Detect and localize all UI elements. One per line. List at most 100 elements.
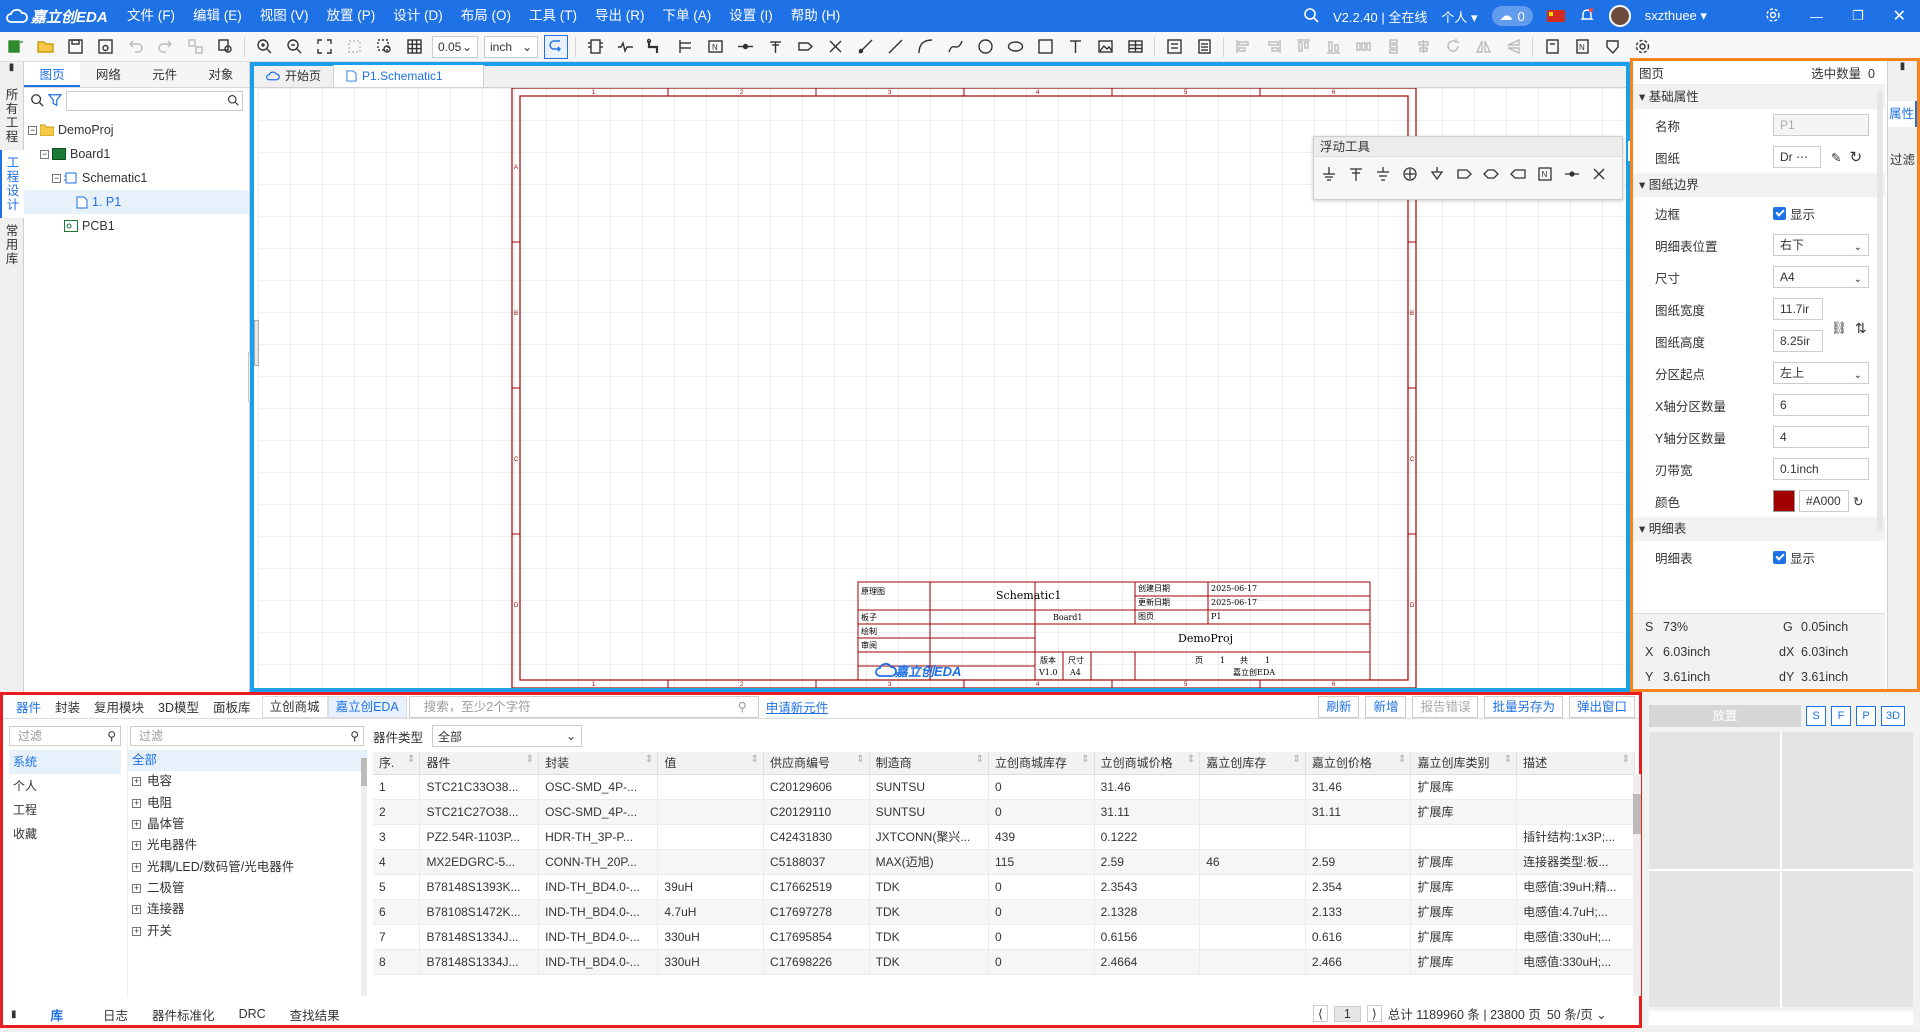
lib-tab-footprints[interactable]: 封装 bbox=[48, 697, 87, 716]
column-header[interactable]: 供应商编号 ⇕ bbox=[763, 752, 870, 775]
drawing-field[interactable]: Dr ⋯ bbox=[1773, 146, 1821, 168]
table-row[interactable]: 8 B78148S1334J... IND-TH_BD4.0-... 330uH C17… bbox=[373, 949, 1635, 975]
lib-tab-devices[interactable]: 器件 bbox=[9, 697, 48, 716]
menu-item[interactable]: 视图 (V) bbox=[251, 0, 318, 32]
expand-icon[interactable]: + bbox=[132, 841, 141, 851]
expand-icon[interactable]: + bbox=[132, 862, 141, 872]
expand-icon[interactable]: + bbox=[132, 820, 141, 830]
sort-icon[interactable]: ⇕ bbox=[407, 754, 415, 765]
tree-node-pcb[interactable]: PCB1 bbox=[24, 214, 249, 238]
bus-icon[interactable] bbox=[643, 35, 667, 59]
tb-position-select[interactable]: 右下 ⌄ bbox=[1773, 234, 1869, 256]
section-basic[interactable]: ▾ 基础属性 bbox=[1633, 85, 1885, 109]
category-item[interactable]: + 光电器件 bbox=[128, 835, 367, 856]
category-item[interactable]: + 光耦/LED/数码管/光电器件 bbox=[128, 856, 367, 877]
flip-vertical-icon[interactable] bbox=[1501, 35, 1525, 59]
align-center-icon[interactable] bbox=[1411, 35, 1435, 59]
net-flag-icon[interactable] bbox=[763, 35, 787, 59]
section-title-block[interactable]: ▾ 明细表 bbox=[1633, 517, 1885, 541]
zoom-area-icon[interactable] bbox=[372, 35, 396, 59]
search-icon[interactable] bbox=[30, 93, 44, 110]
vtab-filter[interactable]: 过滤 bbox=[1888, 147, 1917, 173]
refresh-icon[interactable]: ↻ bbox=[1849, 148, 1862, 166]
width-field[interactable]: 11.7ir bbox=[1773, 298, 1823, 320]
color-swatch[interactable] bbox=[1773, 490, 1795, 512]
bottom-tab-drc[interactable]: DRC bbox=[227, 1007, 278, 1021]
convert-pcb-icon[interactable] bbox=[1540, 35, 1564, 59]
menu-item[interactable]: 设计 (D) bbox=[384, 0, 452, 32]
protective-ground-icon[interactable] bbox=[1426, 163, 1448, 185]
per-page-select[interactable]: 50 条/页 ⌄ bbox=[1547, 1004, 1607, 1023]
color-field[interactable]: #A000 bbox=[1799, 490, 1849, 512]
table-row[interactable]: 4 MX2EDGRC-5... CONN-TH_20P... C5188037 MAX(… bbox=[373, 849, 1635, 875]
menu-item[interactable]: 编辑 (E) bbox=[184, 0, 251, 32]
distribute-h-icon[interactable] bbox=[1351, 35, 1375, 59]
unit-select[interactable]: inch ⌄ bbox=[484, 35, 538, 58]
expand-icon[interactable]: + bbox=[132, 798, 141, 808]
no-connect-icon[interactable] bbox=[733, 35, 757, 59]
vtab-project-design[interactable]: 工程设计 bbox=[0, 150, 24, 218]
analog-ground-icon[interactable] bbox=[1372, 163, 1394, 185]
circle-icon[interactable] bbox=[973, 35, 997, 59]
category-item[interactable]: + 晶体管 bbox=[128, 814, 367, 835]
tree-node-schematic[interactable]: − Schematic1 bbox=[24, 166, 249, 190]
net-port-in-icon[interactable] bbox=[1453, 163, 1475, 185]
zone-start-select[interactable]: 左上 ⌄ bbox=[1773, 362, 1869, 384]
pin-icon[interactable] bbox=[853, 35, 877, 59]
net-label-icon[interactable]: N bbox=[1534, 163, 1556, 185]
category-scrollbar[interactable] bbox=[361, 758, 367, 996]
notification-bell-icon[interactable] bbox=[1579, 7, 1595, 26]
scope-filter-input[interactable]: 过滤 ⚲ bbox=[9, 726, 121, 746]
category-item[interactable]: + 开关 bbox=[128, 920, 367, 941]
bom-icon[interactable] bbox=[1192, 35, 1216, 59]
title-block-checkbox[interactable] bbox=[1773, 550, 1786, 564]
menu-item[interactable]: 帮助 (H) bbox=[782, 0, 850, 32]
project-search-input[interactable] bbox=[66, 91, 243, 111]
column-header[interactable]: 封装 ⇕ bbox=[538, 752, 659, 775]
sort-icon[interactable]: ⇕ bbox=[1292, 754, 1300, 765]
apply-new-component-link[interactable]: 申请新元件 bbox=[759, 697, 836, 716]
source-tab-lcsc[interactable]: 立创商城 bbox=[261, 695, 328, 718]
bottom-tab-library[interactable]: 库 bbox=[23, 1005, 92, 1024]
sort-icon[interactable]: ⇕ bbox=[1504, 754, 1512, 765]
add-button[interactable]: 新增 bbox=[1365, 695, 1407, 718]
net-label-icon[interactable]: N bbox=[703, 35, 727, 59]
image-icon[interactable] bbox=[1093, 35, 1117, 59]
account-mode-select[interactable]: 个人 ▾ bbox=[1441, 7, 1477, 26]
net-port-out-icon[interactable] bbox=[1507, 163, 1529, 185]
category-filter-input[interactable]: 过滤 ⚲ bbox=[130, 726, 364, 746]
table-scrollbar[interactable] bbox=[1633, 774, 1641, 996]
tree-node-project[interactable]: − DemoProj bbox=[24, 118, 249, 142]
cross-marker-icon[interactable] bbox=[823, 35, 847, 59]
category-item[interactable]: 全部 bbox=[128, 750, 367, 772]
rectangle-icon[interactable] bbox=[1033, 35, 1057, 59]
size-select[interactable]: A4 ⌄ bbox=[1773, 266, 1869, 288]
footprint-view-button[interactable]: F bbox=[1831, 706, 1851, 726]
tab-nets[interactable]: 网络 bbox=[80, 62, 136, 87]
scope-item-system[interactable]: 系统 bbox=[9, 750, 121, 774]
arc-icon[interactable] bbox=[913, 35, 937, 59]
x-zones-field[interactable]: 6 bbox=[1773, 394, 1869, 416]
no-connect-icon[interactable] bbox=[1588, 163, 1610, 185]
design-check-icon[interactable] bbox=[1600, 35, 1624, 59]
column-header[interactable]: 描述 ⇕ bbox=[1516, 752, 1635, 775]
netlist-icon[interactable]: N bbox=[1570, 35, 1594, 59]
net-port-bidir-icon[interactable] bbox=[1480, 163, 1502, 185]
open-folder-icon[interactable] bbox=[33, 35, 57, 59]
properties-scrollbar[interactable] bbox=[1877, 91, 1883, 531]
bottom-tab-find-results[interactable]: 查找结果 bbox=[278, 1005, 352, 1024]
column-header[interactable]: 值 ⇕ bbox=[657, 752, 765, 775]
redo-icon[interactable] bbox=[153, 35, 177, 59]
find-component-icon[interactable] bbox=[213, 35, 237, 59]
expand-icon[interactable]: + bbox=[132, 926, 141, 936]
align-bottom-icon[interactable] bbox=[1321, 35, 1345, 59]
bottom-tab-standardize[interactable]: 器件标准化 bbox=[140, 1005, 227, 1024]
text-icon[interactable] bbox=[1063, 35, 1087, 59]
section-border[interactable]: ▾ 图纸边界 bbox=[1633, 173, 1885, 197]
height-field[interactable]: 8.25ir bbox=[1773, 330, 1823, 352]
column-header[interactable]: 立创商城库存 ⇕ bbox=[988, 752, 1095, 775]
scope-item-favorites[interactable]: 收藏 bbox=[9, 822, 121, 846]
column-header[interactable]: 嘉立创库类别 ⇕ bbox=[1410, 752, 1518, 775]
category-item[interactable]: + 连接器 bbox=[128, 899, 367, 920]
restore-icon[interactable]: ❐ bbox=[1852, 8, 1864, 24]
